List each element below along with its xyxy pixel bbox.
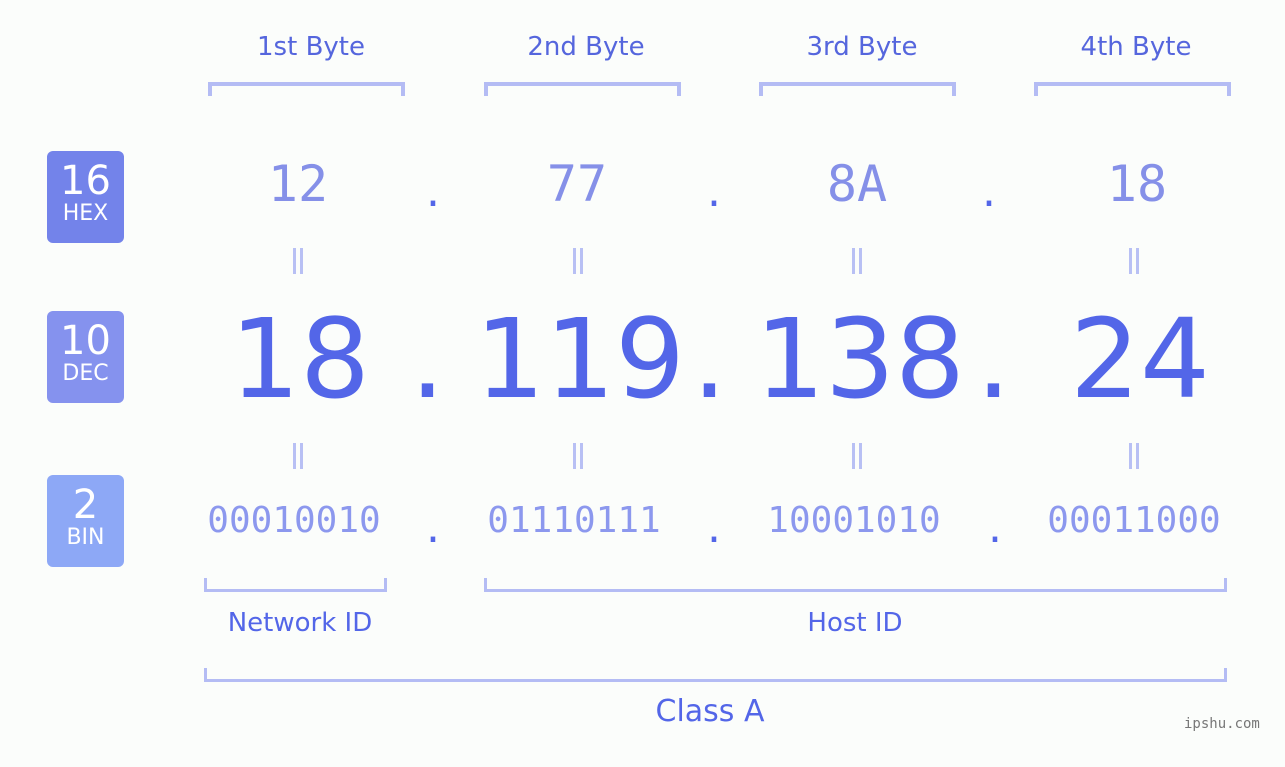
dec-badge: 10 DEC: [47, 311, 124, 403]
class-label: Class A: [655, 694, 765, 729]
bin-badge: 2 BIN: [47, 475, 124, 567]
dec-base: 10: [60, 318, 111, 364]
host-id-bracket: [484, 578, 1227, 592]
host-id-label: Host ID: [807, 608, 903, 638]
dec-value-2: 119: [475, 295, 685, 423]
equals-icon: [850, 248, 864, 274]
watermark: ipshu.com: [1184, 716, 1260, 732]
dec-value-4: 24: [1070, 295, 1210, 423]
hex-value-4: 18: [1106, 155, 1168, 213]
bin-value-2: 01110111: [487, 500, 661, 541]
equals-icon: [571, 443, 585, 469]
network-id-bracket: [204, 578, 387, 592]
hex-value-2: 77: [546, 155, 608, 213]
equals-icon: [291, 443, 305, 469]
bin-separator: .: [426, 502, 440, 553]
hex-value-3: 8A: [826, 155, 888, 213]
hex-separator: .: [426, 166, 440, 217]
equals-icon: [850, 443, 864, 469]
bin-separator: .: [988, 502, 1002, 553]
bin-separator: .: [707, 502, 721, 553]
hex-separator: .: [982, 166, 996, 217]
network-id-label: Network ID: [227, 608, 373, 638]
dec-value-3: 138: [755, 295, 965, 423]
dec-separator: .: [976, 295, 1011, 423]
byte-label-3: 3rd Byte: [806, 32, 918, 62]
dec-label: DEC: [62, 361, 109, 386]
hex-separator: .: [707, 166, 721, 217]
byte-label-4: 4th Byte: [1080, 32, 1192, 62]
dec-separator: .: [410, 295, 445, 423]
dec-separator: .: [692, 295, 727, 423]
byte-label-1: 1st Byte: [257, 32, 365, 62]
equals-icon: [291, 248, 305, 274]
hex-base: 16: [60, 158, 111, 204]
byte-bracket-3: [759, 82, 956, 96]
equals-icon: [1127, 248, 1141, 274]
byte-bracket-1: [208, 82, 405, 96]
hex-value-1: 12: [267, 155, 329, 213]
bin-label: BIN: [66, 525, 105, 550]
equals-icon: [1127, 443, 1141, 469]
bin-value-3: 10001010: [767, 500, 941, 541]
bin-value-4: 00011000: [1047, 500, 1221, 541]
hex-badge: 16 HEX: [47, 151, 124, 243]
dec-value-1: 18: [230, 295, 370, 423]
equals-icon: [571, 248, 585, 274]
byte-bracket-2: [484, 82, 681, 96]
byte-label-2: 2nd Byte: [527, 32, 645, 62]
hex-label: HEX: [62, 201, 109, 226]
class-bracket: [204, 668, 1227, 682]
byte-bracket-4: [1034, 82, 1231, 96]
bin-base: 2: [72, 482, 99, 528]
bin-value-1: 00010010: [207, 500, 381, 541]
